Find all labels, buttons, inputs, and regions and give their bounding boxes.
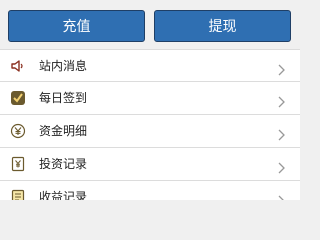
menu-list: 站内消息 每日签到 资金明细 投资记录 收益记录 <box>0 49 300 200</box>
menu-item-label: 投资记录 <box>39 157 88 171</box>
yen-icon <box>10 123 26 139</box>
menu-item-site-messages[interactable]: 站内消息 <box>0 49 300 82</box>
checkin-icon <box>10 90 26 106</box>
menu-item-earnings-records[interactable]: 收益记录 <box>0 181 300 200</box>
menu-item-label: 每日签到 <box>39 91 88 105</box>
withdraw-button[interactable]: 提现 <box>154 10 291 42</box>
action-button-bar: 充值 提现 <box>0 0 300 50</box>
chevron-right-icon <box>276 159 286 174</box>
menu-item-label: 资金明细 <box>39 124 88 138</box>
recharge-button[interactable]: 充值 <box>8 10 145 42</box>
account-menu-page: 充值 提现 站内消息 每日签到 资金明细 投资记录 收益记录 <box>0 0 300 200</box>
menu-item-investment-records[interactable]: 投资记录 <box>0 148 300 181</box>
speaker-icon <box>10 58 26 74</box>
chevron-right-icon <box>276 192 286 200</box>
chevron-right-icon <box>276 61 286 76</box>
document-yen-icon <box>10 156 26 172</box>
menu-item-label: 收益记录 <box>39 190 88 200</box>
document-lines-icon <box>10 189 26 200</box>
chevron-right-icon <box>276 93 286 108</box>
menu-item-label: 站内消息 <box>39 59 88 73</box>
menu-item-fund-details[interactable]: 资金明细 <box>0 115 300 148</box>
menu-item-daily-checkin[interactable]: 每日签到 <box>0 82 300 115</box>
chevron-right-icon <box>276 126 286 141</box>
